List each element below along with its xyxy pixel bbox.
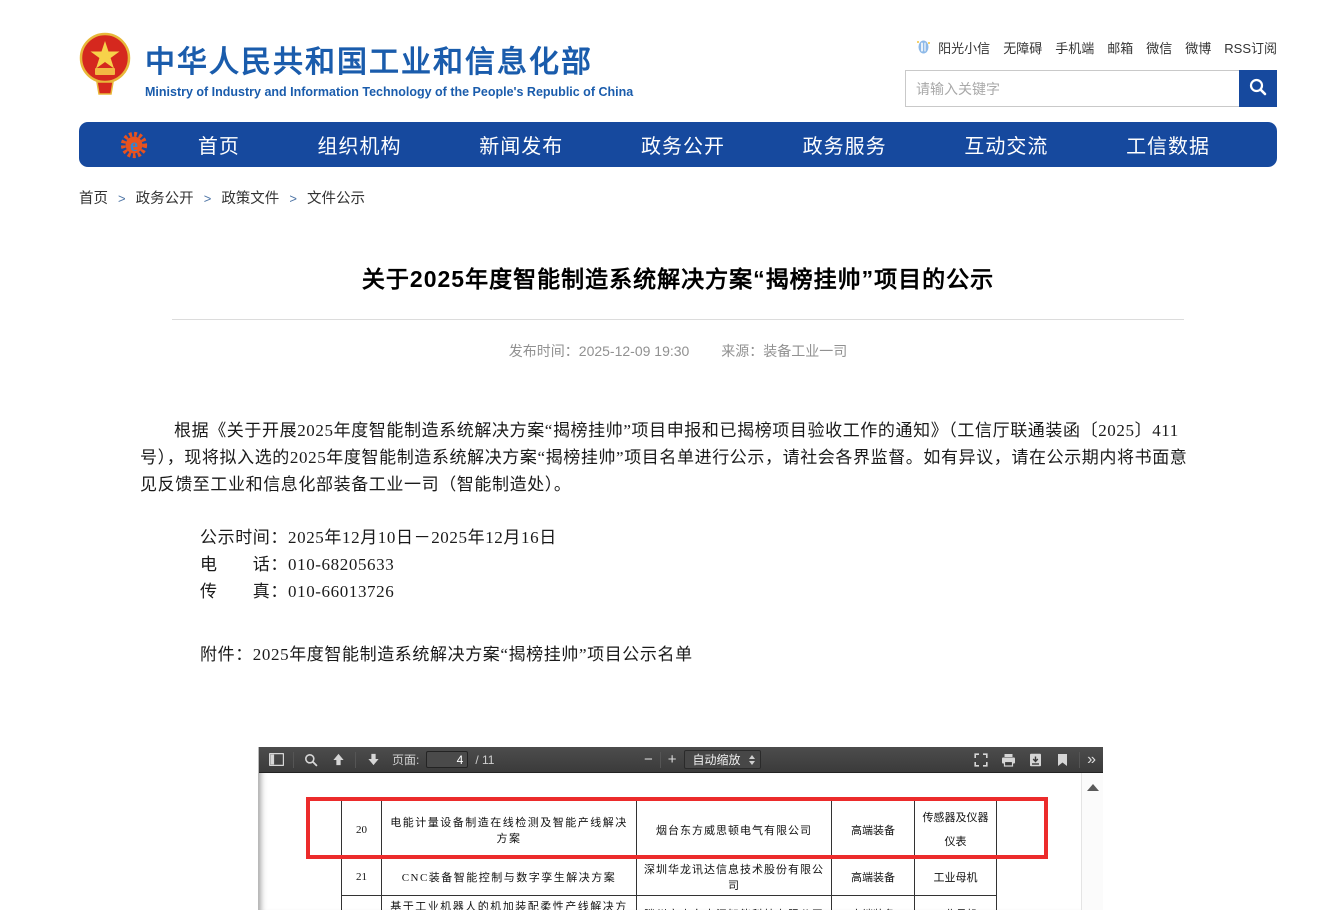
cell-name: 电能计量设备制造在线检测及智能产线解决方案: [382, 801, 637, 859]
site-logo[interactable]: 中华人民共和国工业和信息化部 Ministry of Industry and …: [79, 32, 633, 103]
sunshine-xiaoxin-icon: [916, 39, 931, 56]
article-body: 根据《关于开展2025年度智能制造系统解决方案“揭榜挂帅”项目申报和已揭榜项目验…: [140, 417, 1199, 668]
breadcrumb-separator: >: [289, 191, 297, 206]
site-subtitle: Ministry of Industry and Information Tec…: [145, 85, 633, 99]
quick-link-sunshine[interactable]: 阳光小信: [938, 38, 990, 57]
pdf-viewer: 页面: / 11 − + 自动缩放: [258, 747, 1103, 910]
page-total: / 11: [475, 753, 494, 767]
cell-company: 烟台东方威思顿电气有限公司: [637, 801, 832, 859]
cell-category: 高端装备: [832, 896, 915, 910]
cell-name: CNC装备智能控制与数字孪生解决方案: [382, 859, 637, 896]
pdf-scrollbar[interactable]: [1081, 773, 1103, 910]
nav-item-data[interactable]: 工信数据: [1126, 130, 1210, 159]
cell-no: 22: [342, 896, 382, 910]
quick-link-accessibility[interactable]: 无障碍: [1003, 38, 1042, 57]
miit-gear-logo-icon: e: [119, 130, 149, 160]
sidebar-toggle-icon[interactable]: [266, 750, 286, 770]
publish-time: 发布时间：2025-12-09 19:30: [509, 343, 690, 359]
quick-link-rss[interactable]: RSS订阅: [1224, 38, 1277, 57]
svg-text:e: e: [130, 135, 138, 155]
next-page-icon[interactable]: [363, 750, 383, 770]
nav-item-gov-disclosure[interactable]: 政务公开: [641, 130, 725, 159]
nav-item-organization[interactable]: 组织机构: [318, 130, 402, 159]
nav-item-home[interactable]: 首页: [198, 130, 240, 159]
header-right: 阳光小信 无障碍 手机端 邮箱 微信 微博 RSS订阅: [905, 32, 1277, 107]
search-button[interactable]: [1239, 70, 1277, 107]
download-icon[interactable]: [1025, 750, 1045, 770]
breadcrumb-home[interactable]: 首页: [79, 191, 108, 207]
phone-line: 电 话：010-68205633: [200, 551, 1199, 578]
quick-link-mail[interactable]: 邮箱: [1107, 38, 1133, 57]
quick-link-wechat[interactable]: 微信: [1146, 38, 1172, 57]
site-title: 中华人民共和国工业和信息化部: [145, 37, 633, 81]
zoom-mode-value: 自动缩放: [693, 751, 741, 768]
table-row: 22 基于工业机器人的机加装配柔性产线解决方案 滕州市山东大汉智能科技有限公司 …: [342, 896, 997, 910]
article-paragraph: 根据《关于开展2025年度智能制造系统解决方案“揭榜挂帅”项目申报和已揭榜项目验…: [140, 417, 1199, 498]
toolbar-divider: [1079, 752, 1080, 768]
scroll-up-icon[interactable]: [1087, 784, 1099, 791]
cell-industry: 工业母机: [915, 896, 997, 910]
find-icon[interactable]: [301, 750, 321, 770]
breadcrumb: 首页 > 政务公开 > 政策文件 > 文件公示: [79, 187, 1277, 208]
breadcrumb-policy-files[interactable]: 政策文件: [221, 191, 279, 207]
nav-item-interaction[interactable]: 互动交流: [964, 130, 1048, 159]
page-container: 中华人民共和国工业和信息化部 Ministry of Industry and …: [79, 0, 1277, 668]
search-input[interactable]: [905, 70, 1239, 107]
zoom-mode-select[interactable]: 自动缩放: [684, 750, 761, 769]
article-meta: 发布时间：2025-12-09 19:30 来源：装备工业一司: [79, 341, 1277, 361]
main-nav: e 首页 组织机构 新闻发布 政务公开 政务服务 互动交流 工信数据: [79, 122, 1277, 167]
select-arrows-icon: [749, 755, 755, 765]
pdf-page-content: 20 电能计量设备制造在线检测及智能产线解决方案 烟台东方威思顿电气有限公司 高…: [259, 773, 1103, 910]
table-row: 20 电能计量设备制造在线检测及智能产线解决方案 烟台东方威思顿电气有限公司 高…: [342, 801, 997, 859]
breadcrumb-gov-disclosure[interactable]: 政务公开: [136, 191, 194, 207]
breadcrumb-file-notice[interactable]: 文件公示: [307, 191, 365, 207]
more-tools-icon[interactable]: »: [1087, 752, 1096, 768]
cell-industry: 工业母机: [915, 859, 997, 896]
cell-company: 深圳华龙讯达信息技术股份有限公司: [637, 859, 832, 896]
page-title: 关于2025年度智能制造系统解决方案“揭榜挂帅”项目的公示: [79, 260, 1277, 294]
page-number-input[interactable]: [426, 751, 468, 768]
cell-industry: 传感器及仪器仪表: [915, 801, 997, 859]
toolbar-divider: [660, 752, 661, 768]
attachment-line: 附件：2025年度智能制造系统解决方案“揭榜挂帅”项目公示名单: [140, 641, 1199, 668]
article-source: 来源：装备工业一司: [721, 343, 847, 359]
pdf-toolbar: 页面: / 11 − + 自动缩放: [259, 747, 1103, 773]
nav-item-gov-services[interactable]: 政务服务: [803, 130, 887, 159]
breadcrumb-separator: >: [204, 191, 212, 206]
page-label: 页面:: [392, 751, 419, 768]
title-divider: [172, 319, 1184, 320]
search-bar: [905, 70, 1277, 107]
print-icon[interactable]: [998, 750, 1018, 770]
notice-period-line: 公示时间：2025年12月10日－2025年12月16日: [200, 524, 1199, 551]
quick-link-mobile[interactable]: 手机端: [1055, 38, 1094, 57]
zoom-out-icon[interactable]: −: [644, 752, 653, 767]
site-header: 中华人民共和国工业和信息化部 Ministry of Industry and …: [79, 0, 1277, 107]
cell-no: 20: [342, 801, 382, 859]
bookmark-icon[interactable]: [1052, 750, 1072, 770]
national-emblem-icon: [79, 32, 131, 103]
previous-page-icon[interactable]: [328, 750, 348, 770]
contact-block: 公示时间：2025年12月10日－2025年12月16日 电 话：010-682…: [140, 524, 1199, 605]
nav-item-news[interactable]: 新闻发布: [479, 130, 563, 159]
toolbar-divider: [355, 752, 356, 768]
search-icon: [1248, 77, 1268, 100]
toolbar-divider: [293, 752, 294, 768]
cell-name: 基于工业机器人的机加装配柔性产线解决方案: [382, 896, 637, 910]
attachment-link[interactable]: 附件：2025年度智能制造系统解决方案“揭榜挂帅”项目公示名单: [200, 645, 693, 664]
cell-company: 滕州市山东大汉智能科技有限公司: [637, 896, 832, 910]
cell-category: 高端装备: [832, 801, 915, 859]
zoom-in-icon[interactable]: +: [668, 752, 677, 767]
table-row: 21 CNC装备智能控制与数字孪生解决方案 深圳华龙讯达信息技术股份有限公司 高…: [342, 859, 997, 896]
quick-link-weibo[interactable]: 微博: [1185, 38, 1211, 57]
cell-no: 21: [342, 859, 382, 896]
project-table: 20 电能计量设备制造在线检测及智能产线解决方案 烟台东方威思顿电气有限公司 高…: [341, 800, 997, 910]
presentation-mode-icon[interactable]: [971, 750, 991, 770]
breadcrumb-separator: >: [118, 191, 126, 206]
cell-category: 高端装备: [832, 859, 915, 896]
fax-line: 传 真：010-66013726: [200, 578, 1199, 605]
nav-items: 首页 组织机构 新闻发布 政务公开 政务服务 互动交流 工信数据: [159, 130, 1249, 159]
quick-links: 阳光小信 无障碍 手机端 邮箱 微信 微博 RSS订阅: [905, 38, 1277, 57]
